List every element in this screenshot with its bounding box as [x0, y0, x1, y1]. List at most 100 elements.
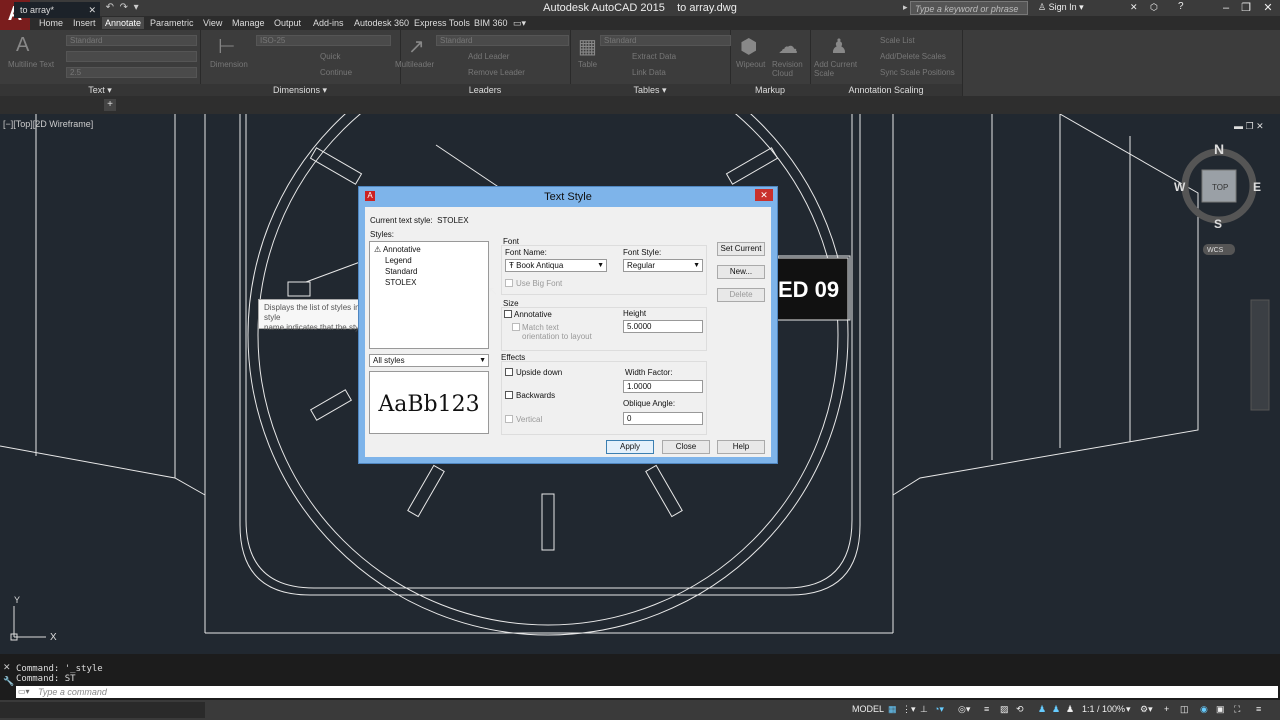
- multiline-text-icon[interactable]: A: [16, 34, 29, 57]
- continue-dimension-button[interactable]: Continue: [320, 68, 352, 77]
- scale-list-button[interactable]: Scale List: [880, 36, 915, 45]
- auto-scale-icon[interactable]: ♟: [1052, 704, 1060, 715]
- font-name-dropdown[interactable]: Ŧ Book Antiqua ▼: [505, 259, 607, 272]
- compass-south[interactable]: S: [1214, 217, 1222, 231]
- multileader-button[interactable]: Multileader: [395, 60, 434, 69]
- revision-cloud-icon[interactable]: ☁: [778, 34, 798, 59]
- hardware-acceleration-icon[interactable]: ◉: [1200, 704, 1208, 715]
- use-big-font-checkbox[interactable]: [505, 279, 513, 287]
- dimension-button[interactable]: Dimension: [210, 60, 248, 69]
- annotation-scale-icon[interactable]: ♟: [1066, 704, 1074, 715]
- apply-button[interactable]: Apply: [606, 440, 654, 454]
- annotation-scale-value[interactable]: 1:1 / 100%: [1082, 704, 1125, 714]
- search-expand-icon[interactable]: ▸: [903, 2, 908, 13]
- snap-icon[interactable]: ⋮▾: [902, 704, 916, 715]
- match-orientation-checkbox[interactable]: [512, 323, 520, 331]
- font-style-dropdown[interactable]: Regular ▼: [623, 259, 703, 272]
- navigation-bar[interactable]: [1250, 299, 1270, 411]
- ortho-icon[interactable]: ⊥: [920, 704, 928, 715]
- multiline-text-button[interactable]: Multiline Text: [8, 60, 54, 69]
- leaders-panel-title[interactable]: Leaders: [400, 84, 570, 96]
- upside-down-checkbox[interactable]: [505, 368, 513, 376]
- close-dialog-button[interactable]: Close: [662, 440, 710, 454]
- exchange-apps-icon[interactable]: ✕: [1130, 2, 1138, 13]
- style-item-annotative[interactable]: ⚠ Annotative: [374, 245, 421, 254]
- extract-data-button[interactable]: Extract Data: [632, 52, 676, 61]
- width-factor-input[interactable]: 1.0000: [623, 380, 703, 393]
- sign-in-button[interactable]: ♙ Sign In ▾: [1038, 2, 1084, 13]
- clean-screen-icon[interactable]: ▣: [1216, 704, 1225, 715]
- scale-dropdown-icon[interactable]: ▾: [1126, 704, 1131, 715]
- compass-north[interactable]: N: [1214, 141, 1224, 157]
- close-command-line-icon[interactable]: ✕: [3, 662, 11, 673]
- dimensions-panel-title[interactable]: Dimensions ▾: [200, 84, 400, 96]
- wipeout-button[interactable]: Wipeout: [736, 60, 765, 69]
- close-button[interactable]: ✕: [1258, 0, 1278, 16]
- multileader-icon[interactable]: ↗: [408, 34, 425, 59]
- file-tab-to-array[interactable]: to array* ✕: [14, 2, 100, 18]
- revision-cloud-button[interactable]: Revision Cloud: [772, 60, 806, 78]
- search-input[interactable]: Type a keyword or phrase: [910, 1, 1028, 15]
- tab-annotate[interactable]: Annotate: [102, 17, 145, 29]
- text-panel-title[interactable]: Text ▾: [0, 84, 200, 96]
- redo-icon[interactable]: ↷: [120, 2, 128, 13]
- text-height-dropdown[interactable]: 2.5: [66, 67, 197, 78]
- plus-icon[interactable]: +: [1164, 704, 1169, 714]
- wipeout-icon[interactable]: ⬢: [740, 34, 757, 59]
- help-button[interactable]: Help: [717, 440, 765, 454]
- annotation-visibility-icon[interactable]: ♟: [1038, 704, 1046, 715]
- qat-dropdown-icon[interactable]: ▾: [134, 2, 139, 13]
- add-current-scale-icon[interactable]: ♟: [830, 34, 848, 59]
- style-item-legend[interactable]: Legend: [385, 256, 412, 265]
- dialog-close-button[interactable]: ✕: [755, 189, 773, 201]
- tab-output[interactable]: Output: [271, 17, 304, 29]
- tab-express-tools[interactable]: Express Tools: [411, 17, 473, 29]
- dimension-icon[interactable]: ⊢: [218, 34, 235, 59]
- styles-list[interactable]: ⚠ Annotative Legend Standard STOLEX: [369, 241, 489, 349]
- dim-style-dropdown[interactable]: ISO-25: [256, 35, 391, 46]
- style-item-stolex[interactable]: STOLEX: [385, 278, 416, 287]
- osnap-icon[interactable]: ◎▾: [958, 704, 970, 715]
- compass-east[interactable]: E: [1253, 180, 1261, 194]
- style-item-standard[interactable]: Standard: [385, 267, 417, 276]
- workspace-icon[interactable]: ⚙▾: [1140, 704, 1153, 715]
- quick-dimension-button[interactable]: Quick: [320, 52, 340, 61]
- set-current-button[interactable]: Set Current: [717, 242, 765, 256]
- tables-panel-title[interactable]: Tables ▾: [570, 84, 730, 96]
- tab-home[interactable]: Home: [36, 17, 66, 29]
- customize-command-icon[interactable]: 🔧: [3, 676, 14, 687]
- backwards-checkbox[interactable]: [505, 391, 513, 399]
- table-button[interactable]: Table: [578, 60, 597, 69]
- transparency-icon[interactable]: ▨: [1000, 704, 1009, 715]
- tab-manage[interactable]: Manage: [229, 17, 268, 29]
- undo-icon[interactable]: ↶: [106, 2, 114, 13]
- tab-view[interactable]: View: [200, 17, 225, 29]
- fullscreen-icon[interactable]: ⛶: [1234, 704, 1240, 715]
- table-style-dropdown[interactable]: Standard: [600, 35, 731, 46]
- stay-connected-icon[interactable]: ⬡: [1150, 2, 1158, 13]
- customization-icon[interactable]: ≡: [1256, 704, 1261, 714]
- tab-parametric[interactable]: Parametric: [147, 17, 197, 29]
- add-leader-button[interactable]: Add Leader: [468, 52, 509, 61]
- remove-leader-button[interactable]: Remove Leader: [468, 68, 525, 77]
- vertical-checkbox[interactable]: [505, 415, 513, 423]
- add-delete-scales-button[interactable]: Add/Delete Scales: [880, 52, 946, 61]
- close-tab-icon[interactable]: ✕: [88, 2, 96, 18]
- viewport-controls[interactable]: ▬ ❐ ✕: [1234, 121, 1264, 131]
- help-icon[interactable]: ?: [1178, 1, 1184, 12]
- link-data-button[interactable]: Link Data: [632, 68, 666, 77]
- viewport-label[interactable]: [−][Top][2D Wireframe]: [3, 119, 93, 129]
- isolate-objects-icon[interactable]: ◫: [1180, 704, 1189, 715]
- add-current-scale-button[interactable]: Add Current Scale: [814, 60, 866, 78]
- grid-icon[interactable]: ▦: [888, 704, 897, 715]
- leader-style-dropdown[interactable]: Standard: [436, 35, 569, 46]
- tab-add-ins[interactable]: Add-ins: [310, 17, 347, 29]
- selection-cycling-icon[interactable]: ⟲: [1016, 704, 1024, 715]
- new-tab-button[interactable]: +: [104, 99, 116, 111]
- model-space-button[interactable]: MODEL: [852, 704, 884, 714]
- tab-insert[interactable]: Insert: [70, 17, 99, 29]
- compass-west[interactable]: W: [1174, 180, 1186, 194]
- minimize-button[interactable]: –: [1216, 0, 1236, 16]
- ribbon-minimize-icon[interactable]: ▭▾: [510, 17, 529, 29]
- command-input[interactable]: Type a command: [16, 686, 1278, 698]
